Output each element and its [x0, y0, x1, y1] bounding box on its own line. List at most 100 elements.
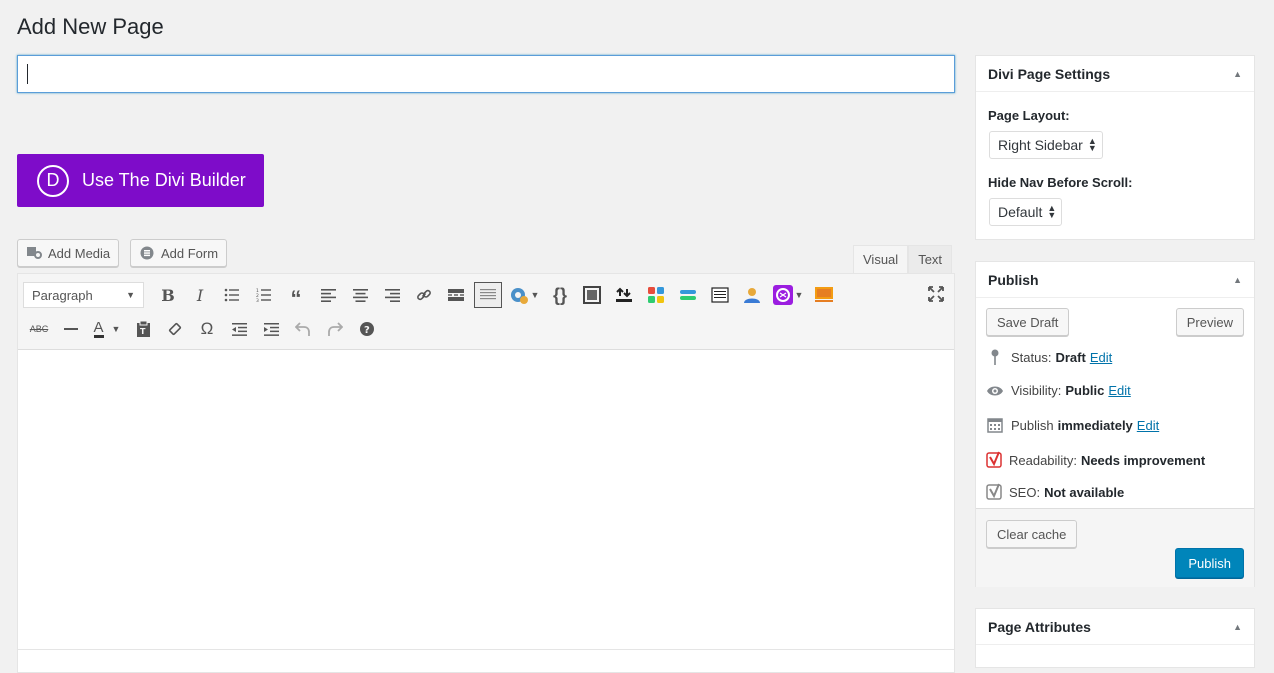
content-editor: Paragraph ▼ B I 123 “ ▼ {} ▼ ABC A ▼ T Ω…	[17, 273, 955, 673]
pin-icon	[986, 349, 1004, 365]
publish-box: Publish ▲ Save Draft Preview Status: Dra…	[975, 261, 1255, 587]
divi-logo-icon: D	[37, 164, 69, 197]
bold-icon[interactable]: B	[152, 281, 184, 309]
publish-date-line: Publish immediately Edit	[986, 417, 1159, 433]
plugin-icon[interactable]: ▼	[768, 281, 808, 309]
image-frame-icon[interactable]	[576, 281, 608, 309]
status-value: Draft	[1055, 349, 1086, 365]
upload-icon[interactable]	[608, 281, 640, 309]
readability-value: Needs improvement	[1080, 452, 1206, 468]
page-attributes-header[interactable]: Page Attributes ▲	[976, 609, 1254, 645]
format-select[interactable]: Paragraph ▼	[23, 282, 144, 308]
page-title: Add New Page	[17, 14, 164, 39]
italic-icon[interactable]: I	[184, 281, 216, 309]
link-icon[interactable]	[408, 281, 440, 309]
slideshow-icon[interactable]	[808, 281, 840, 309]
undo-icon[interactable]	[287, 315, 319, 343]
publish-title: Publish	[988, 271, 1039, 288]
toolbar-toggle-icon[interactable]	[474, 282, 502, 308]
svg-text:?: ?	[364, 325, 370, 336]
readability-label: Readability:	[1009, 452, 1077, 468]
hide-nav-value: Default	[998, 204, 1043, 220]
help-icon[interactable]: ?	[351, 315, 383, 343]
clear-cache-button[interactable]: Clear cache	[986, 520, 1078, 548]
preview-button[interactable]: Preview	[1175, 308, 1244, 336]
page-attributes-box: Page Attributes ▲	[975, 608, 1255, 668]
visibility-value: Public	[1065, 383, 1105, 398]
hide-nav-select[interactable]: Default ▲ ▼	[989, 198, 1063, 226]
eye-icon	[986, 385, 1004, 397]
collapse-triangle-icon[interactable]: ▲	[1233, 275, 1242, 285]
add-media-button[interactable]: Add Media	[17, 239, 120, 267]
chevron-down-icon: ▼	[111, 324, 121, 334]
page-layout-value: Right Sidebar	[998, 137, 1083, 153]
editor-tabs: Visual Text	[853, 245, 953, 273]
add-form-button[interactable]: Add Form	[130, 239, 228, 267]
blockquote-icon[interactable]: “	[280, 281, 312, 311]
media-icon	[26, 245, 42, 261]
indent-icon[interactable]	[255, 315, 287, 343]
edit-visibility-link[interactable]: Edit	[1108, 383, 1130, 398]
outdent-icon[interactable]	[223, 315, 255, 343]
redo-icon[interactable]	[319, 315, 351, 343]
layout-bars-icon[interactable]	[672, 281, 704, 309]
title-input[interactable]	[17, 55, 955, 93]
numbered-list-icon[interactable]: 123	[248, 281, 280, 309]
seo-line: SEO: Not available	[986, 483, 1124, 501]
save-draft-button[interactable]: Save Draft	[986, 308, 1070, 336]
editor-toolbar: Paragraph ▼ B I 123 “ ▼ {} ▼ ABC A ▼ T Ω…	[18, 274, 954, 350]
divi-page-settings-title: Divi Page Settings	[988, 65, 1111, 82]
chevron-down-icon: ▼	[794, 290, 804, 300]
svg-text:3: 3	[256, 298, 259, 302]
status-line: Status: Draft Edit	[986, 349, 1112, 365]
collapse-triangle-icon[interactable]: ▲	[1233, 622, 1242, 632]
page-layout-label: Page Layout:	[988, 108, 1070, 123]
align-right-icon[interactable]	[376, 281, 408, 309]
chevron-down-icon: ▼	[126, 290, 135, 300]
form-icon	[139, 245, 155, 261]
readability-line: Readability: Needs improvement	[986, 451, 1205, 469]
paste-text-icon[interactable]: T	[127, 315, 159, 343]
visibility-line: Visibility: Public Edit	[986, 383, 1131, 398]
divi-page-settings-header[interactable]: Divi Page Settings ▲	[976, 56, 1254, 92]
toolbar-row-2: ABC A ▼ T Ω ?	[23, 315, 383, 343]
add-media-label: Add Media	[48, 245, 111, 261]
horizontal-line-icon[interactable]	[55, 315, 87, 343]
read-more-icon[interactable]	[440, 281, 472, 309]
special-char-icon[interactable]: Ω	[191, 315, 223, 343]
seo-value: Not available	[1044, 484, 1125, 500]
hide-nav-label: Hide Nav Before Scroll:	[988, 175, 1133, 190]
user-icon[interactable]	[736, 281, 768, 309]
yoast-readability-icon	[986, 451, 1004, 469]
color-grid-icon[interactable]	[640, 281, 672, 309]
svg-text:T: T	[140, 327, 146, 336]
clear-format-icon[interactable]	[159, 315, 191, 343]
text-color-icon[interactable]: A ▼	[87, 315, 127, 343]
fullscreen-icon[interactable]	[926, 284, 946, 304]
align-left-icon[interactable]	[312, 281, 344, 309]
page-layout-select[interactable]: Right Sidebar ▲ ▼	[989, 131, 1103, 159]
bullet-list-icon[interactable]	[216, 281, 248, 309]
strikethrough-icon[interactable]: ABC	[23, 315, 55, 343]
publish-label: Publish	[1011, 417, 1054, 433]
code-braces-icon[interactable]: {}	[544, 281, 576, 309]
tab-visual[interactable]: Visual	[853, 245, 909, 273]
status-label: Status:	[1011, 349, 1052, 365]
collapse-triangle-icon[interactable]: ▲	[1233, 69, 1242, 79]
chevron-down-icon: ▼	[530, 290, 540, 300]
publish-button[interactable]: Publish	[1175, 548, 1244, 578]
publish-header[interactable]: Publish ▲	[976, 262, 1254, 298]
page-attributes-title: Page Attributes	[988, 618, 1091, 635]
shortcode-gear-icon[interactable]: ▼	[504, 281, 544, 309]
table-icon[interactable]	[704, 281, 736, 309]
align-center-icon[interactable]	[344, 281, 376, 309]
editor-content-area[interactable]	[18, 350, 954, 650]
publish-value: immediately	[1057, 417, 1133, 433]
text-caret	[27, 64, 28, 84]
toolbar-row-1: Paragraph ▼ B I 123 “ ▼ {} ▼	[23, 281, 840, 311]
yoast-seo-icon	[986, 483, 1004, 501]
tab-text[interactable]: Text	[908, 245, 953, 273]
edit-status-link[interactable]: Edit	[1090, 350, 1112, 365]
edit-publish-date-link[interactable]: Edit	[1137, 418, 1159, 433]
use-divi-builder-button[interactable]: D Use The Divi Builder	[17, 154, 264, 207]
